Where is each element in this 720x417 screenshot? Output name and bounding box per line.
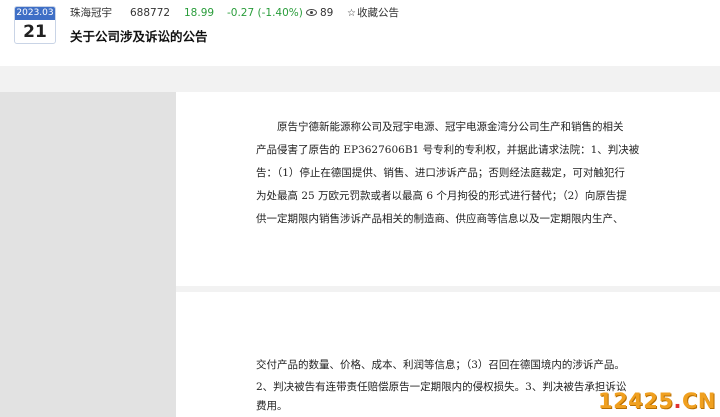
watermark-suffix: CN: [682, 389, 716, 413]
text-line: 交付产品的数量、价格、成本、利润等信息；（3）召回在德国境内的涉诉产品。: [256, 359, 625, 371]
announcement-title: 关于公司涉及诉讼的公告: [70, 29, 208, 44]
favorite-label: 收藏公告: [356, 7, 399, 19]
text-line: 告：（1）停止在德国提供、销售、进口涉诉产品；否则经法庭裁定，可对触犯行: [256, 167, 625, 179]
text-line: 为处最高 25 万欧元罚款或者以最高 6 个月拘役的形式进行替代；（2）向原告提: [256, 190, 627, 202]
stock-code: 688772: [130, 7, 171, 19]
views-value: 89: [320, 7, 334, 19]
date-badge: 2023.03 21: [14, 6, 56, 44]
stock-change: -0.27 (-1.40%): [227, 7, 303, 19]
date-day: 21: [23, 22, 47, 42]
views-count: 89: [306, 6, 333, 20]
favorite-button[interactable]: ☆收藏公告: [347, 6, 399, 21]
text-line: 原告宁德新能源称公司及冠宇电源、冠宇电源金湾分公司生产和销售的相关: [277, 121, 624, 133]
watermark-number: 12425: [597, 389, 674, 413]
star-icon: ☆: [347, 8, 356, 19]
viewer-side-panel: [0, 92, 176, 417]
eye-icon: [306, 8, 317, 16]
text-line: 供一定期限内销售涉诉产品相关的制造商、供应商等信息以及一定期限内生产、: [256, 213, 624, 225]
document-page-1: 原告宁德新能源称公司及冠宇电源、冠宇电源金湾分公司生产和销售的相关 产品侵害了原…: [176, 92, 720, 286]
text-line: 产品侵害了原告的 EP3627606B1 号专利的专利权，并据此请求法院：1、判…: [256, 144, 640, 156]
page-1-text: 原告宁德新能源称公司及冠宇电源、冠宇电源金湾分公司生产和销售的相关 产品侵害了原…: [256, 116, 716, 231]
document-viewer[interactable]: 原告宁德新能源称公司及冠宇电源、冠宇电源金湾分公司生产和销售的相关 产品侵害了原…: [0, 66, 720, 417]
site-watermark: 12425.CN: [598, 389, 716, 413]
date-year-month: 2023.03: [15, 7, 55, 20]
stock-name-link[interactable]: 珠海冠宇: [70, 6, 112, 20]
watermark-dot: .: [673, 389, 682, 413]
announcement-header: 2023.03 21 珠海冠宇 688772 18.99 -0.27 (-1.4…: [0, 0, 720, 66]
stock-price: 18.99: [184, 7, 215, 19]
